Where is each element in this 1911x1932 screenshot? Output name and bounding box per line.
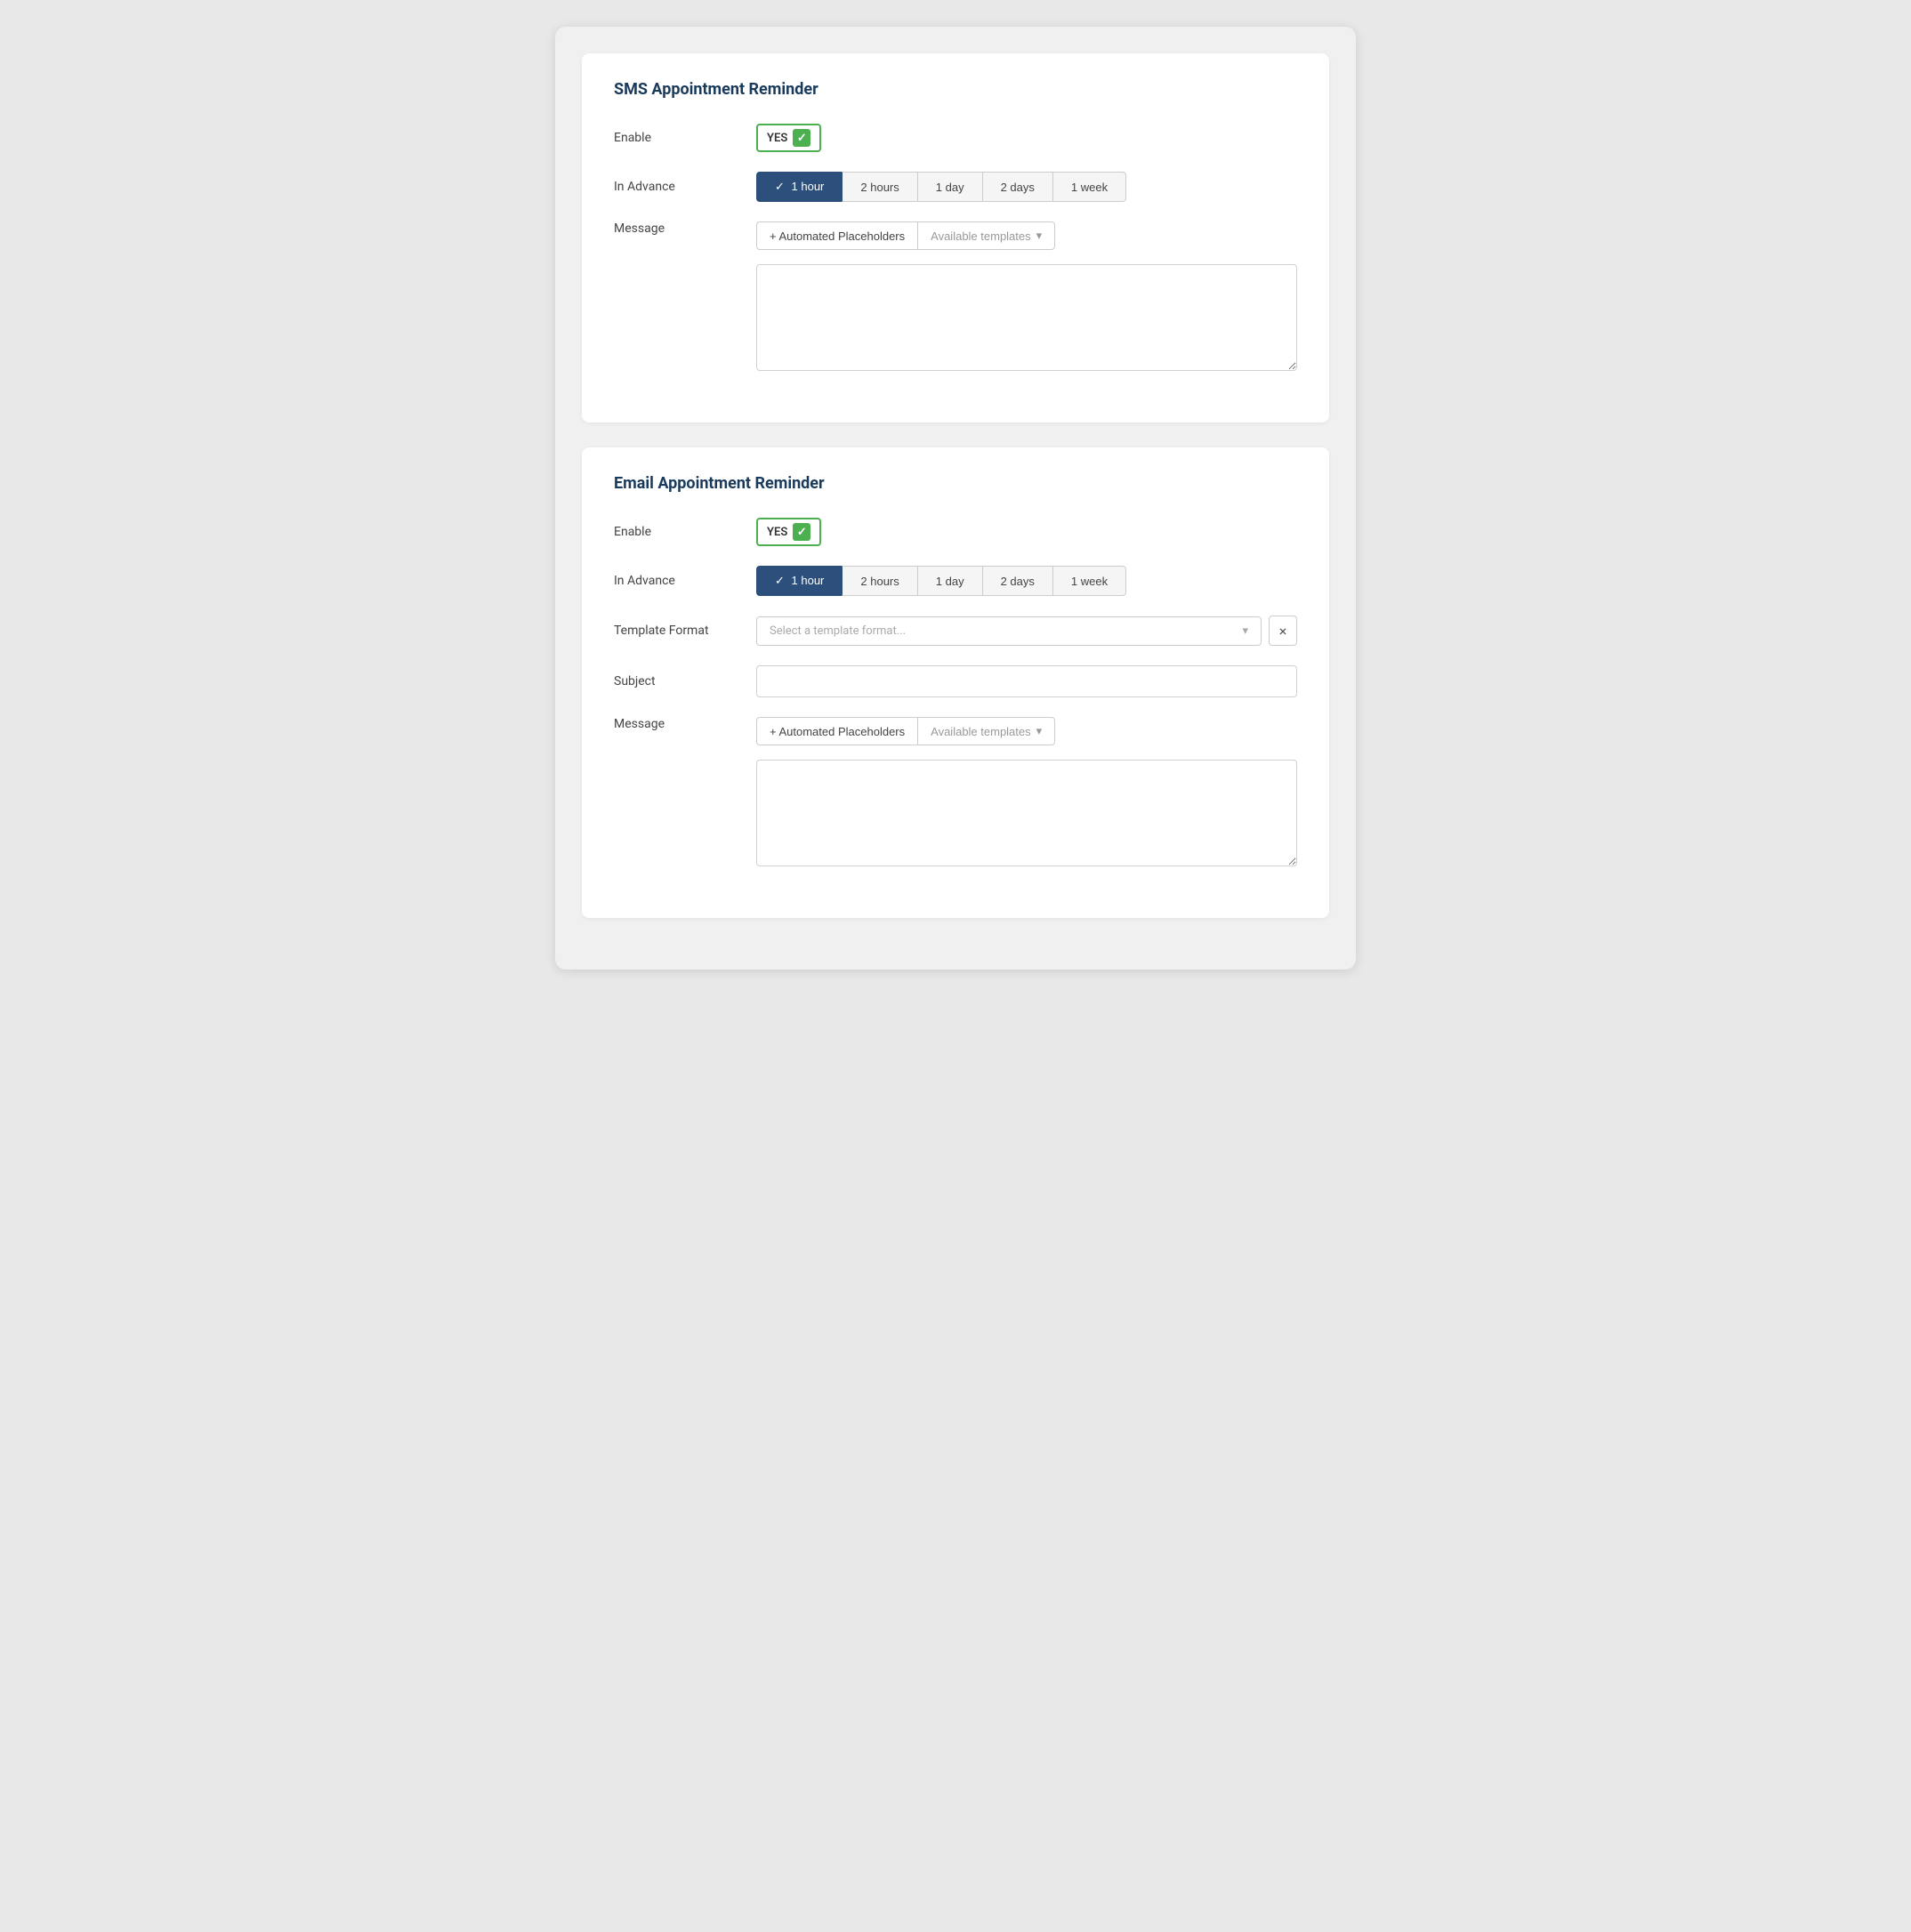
sms-dropdown-icon: ▾ [1036,229,1043,243]
sms-enable-content: YES ✓ [756,124,1297,152]
sms-yes-text: YES [767,132,787,145]
sms-advance-row: In Advance ✓ 1 hour 2 hours 1 day 2 days… [614,172,1297,202]
email-message-label: Message [614,717,756,731]
email-automated-placeholders-btn[interactable]: + Automated Placeholders [756,717,917,745]
email-advance-label: In Advance [614,574,756,588]
email-subject-input[interactable] [756,665,1297,697]
email-advance-btn-1day[interactable]: 1 day [917,566,982,596]
sms-available-templates-label: Available templates [931,229,1031,243]
email-subject-label: Subject [614,674,756,688]
email-enable-label: Enable [614,525,756,539]
email-advance-content: ✓ 1 hour 2 hours 1 day 2 days 1 week [756,566,1297,596]
sms-enable-label: Enable [614,131,756,145]
sms-enable-row: Enable YES ✓ [614,124,1297,152]
sms-message-toolbar: + Automated Placeholders Available templ… [756,221,1055,250]
email-enable-toggle[interactable]: YES ✓ [756,518,821,546]
email-yes-text: YES [767,526,787,539]
sms-enable-toggle[interactable]: YES ✓ [756,124,821,152]
sms-section-title: SMS Appointment Reminder [614,80,1297,99]
email-advance-btn-group: ✓ 1 hour 2 hours 1 day 2 days 1 week [756,566,1126,596]
sms-advance-label: In Advance [614,180,756,194]
sms-advance-btn-group: ✓ 1 hour 2 hours 1 day 2 days 1 week [756,172,1126,202]
sms-check-icon: ✓ [793,129,810,147]
email-message-row: Message + Automated Placeholders Availab… [614,717,1297,866]
sms-advance-content: ✓ 1 hour 2 hours 1 day 2 days 1 week [756,172,1297,202]
email-subject-row: Subject [614,665,1297,697]
email-message-content: + Automated Placeholders Available templ… [756,717,1297,866]
sms-message-row: Message + Automated Placeholders Availab… [614,221,1297,371]
email-advance-btn-2hours[interactable]: 2 hours [842,566,916,596]
email-advance-btn-1hour[interactable]: ✓ 1 hour [756,566,842,596]
email-automated-placeholders-label: + Automated Placeholders [770,725,905,738]
email-section-title: Email Appointment Reminder [614,474,1297,493]
email-enable-content: YES ✓ [756,518,1297,546]
email-section: Email Appointment Reminder Enable YES ✓ … [582,447,1329,918]
sms-advance-btn-1day[interactable]: 1 day [917,172,982,202]
email-subject-content [756,665,1297,697]
email-available-templates-label: Available templates [931,725,1031,738]
email-advance-btn-1week[interactable]: 1 week [1052,566,1126,596]
email-template-select[interactable]: Select a template format... ▾ [756,616,1262,646]
email-enable-row: Enable YES ✓ [614,518,1297,546]
email-message-textarea[interactable] [756,760,1297,866]
email-advance-btn-2days[interactable]: 2 days [982,566,1052,596]
email-template-format-label: Template Format [614,624,756,638]
sms-message-label: Message [614,221,756,236]
sms-message-textarea[interactable] [756,264,1297,371]
sms-section: SMS Appointment Reminder Enable YES ✓ In… [582,53,1329,423]
email-check-icon: ✓ [793,523,810,541]
email-template-format-row: Template Format Select a template format… [614,616,1297,646]
sms-automated-placeholders-btn[interactable]: + Automated Placeholders [756,221,917,250]
sms-advance-btn-1hour[interactable]: ✓ 1 hour [756,172,842,202]
sms-automated-placeholders-label: + Automated Placeholders [770,229,905,243]
email-message-toolbar: + Automated Placeholders Available templ… [756,717,1055,745]
sms-advance-btn-2days[interactable]: 2 days [982,172,1052,202]
email-template-format-content: Select a template format... ▾ × [756,616,1297,646]
email-template-select-placeholder: Select a template format... [770,624,906,638]
email-available-templates-btn[interactable]: Available templates ▾ [917,717,1055,745]
sms-advance-btn-1week[interactable]: 1 week [1052,172,1126,202]
email-clear-icon: × [1279,623,1287,640]
email-dropdown-icon: ▾ [1036,724,1043,738]
sms-message-content: + Automated Placeholders Available templ… [756,221,1297,371]
email-advance-row: In Advance ✓ 1 hour 2 hours 1 day 2 days… [614,566,1297,596]
email-template-clear-btn[interactable]: × [1269,616,1297,646]
sms-available-templates-btn[interactable]: Available templates ▾ [917,221,1055,250]
email-template-dropdown-icon: ▾ [1242,624,1248,638]
sms-advance-btn-2hours[interactable]: 2 hours [842,172,916,202]
page-wrapper: SMS Appointment Reminder Enable YES ✓ In… [555,27,1356,970]
